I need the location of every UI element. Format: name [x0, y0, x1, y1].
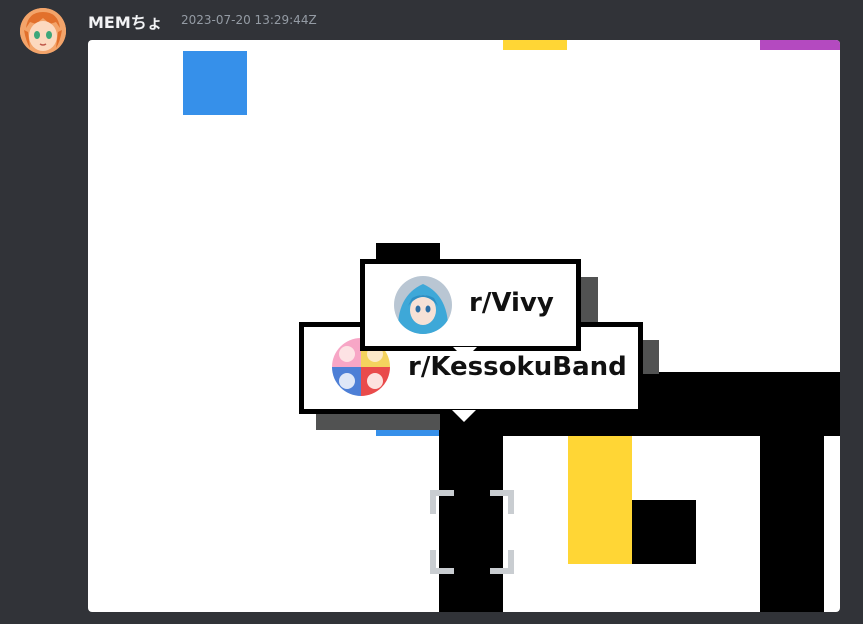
- timestamp: 2023-07-20 13:29:44Z: [181, 13, 317, 27]
- black-column: [760, 436, 824, 612]
- tooltip-shadow: [580, 277, 598, 322]
- tooltip-pointer: [452, 410, 476, 422]
- tooltip-label: r/Vivy: [469, 288, 554, 318]
- image-attachment[interactable]: r/KessokuBand r/Vivy: [88, 40, 840, 612]
- tooltip-shadow: [641, 340, 659, 374]
- tooltip-vivy[interactable]: r/Vivy: [360, 259, 581, 359]
- tooltip-shadow: [316, 412, 440, 430]
- yellow-pixel: [503, 40, 567, 50]
- user-avatar-icon: [20, 8, 66, 54]
- tooltip-pointer: [453, 347, 477, 359]
- black-pixel: [632, 500, 696, 564]
- vivy-subreddit-icon: [394, 276, 452, 334]
- pixel-selector[interactable]: [430, 490, 514, 574]
- avatar[interactable]: [20, 8, 66, 54]
- blue-pixel: [183, 51, 247, 115]
- yellow-pixel: [568, 436, 632, 564]
- purple-pixel: [760, 40, 840, 50]
- username[interactable]: MEMちょ: [88, 9, 163, 33]
- tooltip-label: r/KessokuBand: [408, 352, 627, 382]
